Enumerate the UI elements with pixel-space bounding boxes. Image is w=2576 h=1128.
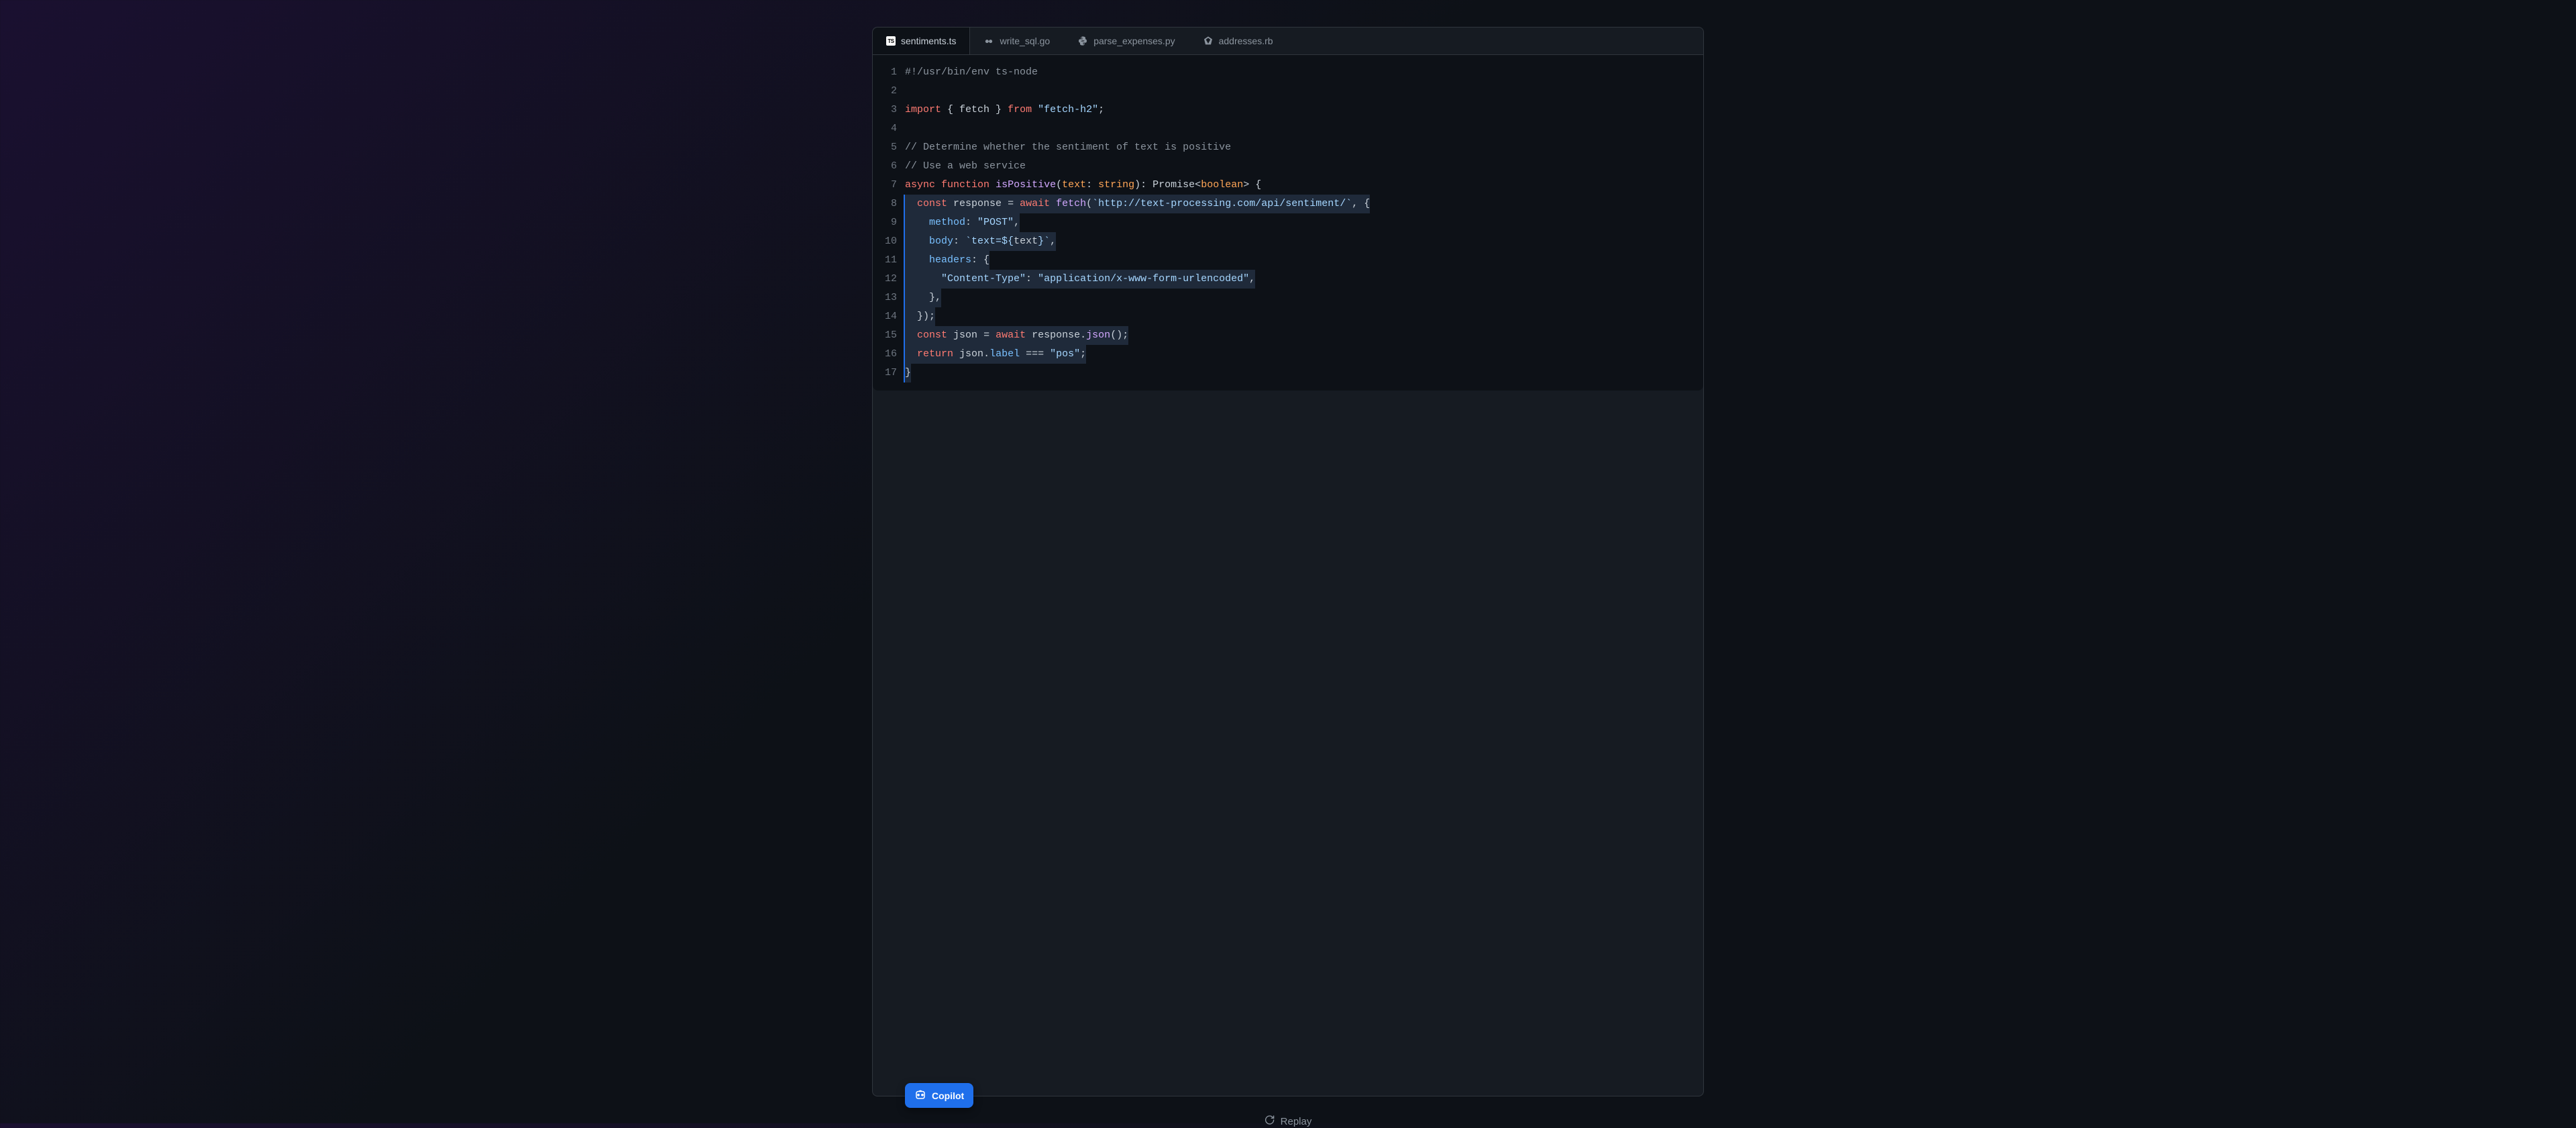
copilot-badge[interactable]: Copilot (905, 1083, 973, 1108)
replay-button[interactable]: Replay (1265, 1115, 1312, 1128)
code-line[interactable]: const json = await response.json(); (905, 326, 1693, 345)
code-line[interactable]: } (905, 364, 1693, 382)
line-number: 8 (883, 195, 897, 213)
line-number: 16 (883, 345, 897, 364)
code-content[interactable]: #!/usr/bin/env ts-node import { fetch } f… (905, 63, 1703, 382)
line-number: 11 (883, 251, 897, 270)
line-number: 12 (883, 270, 897, 289)
tab-ruby[interactable]: addresses.rb (1189, 28, 1287, 54)
line-number: 17 (883, 364, 897, 382)
line-number: 5 (883, 138, 897, 157)
code-line[interactable]: const response = await fetch(`http://tex… (905, 195, 1693, 213)
copilot-icon (914, 1088, 926, 1103)
tab-label: sentiments.ts (901, 36, 956, 46)
code-line[interactable]: method: "POST", (905, 213, 1693, 232)
code-line[interactable]: // Use a web service (905, 157, 1693, 176)
line-number-gutter: 1234567891011121314151617 (873, 63, 905, 382)
line-number: 7 (883, 176, 897, 195)
line-number: 10 (883, 232, 897, 251)
code-line[interactable]: headers: { (905, 251, 1693, 270)
line-number: 9 (883, 213, 897, 232)
replay-icon (1265, 1115, 1275, 1128)
tab-python[interactable]: parse_expenses.py (1064, 28, 1189, 54)
replay-label: Replay (1281, 1116, 1312, 1127)
code-line[interactable]: return json.label === "pos"; (905, 345, 1693, 364)
copilot-badge-label: Copilot (932, 1090, 964, 1101)
go-icon (983, 36, 994, 46)
code-line[interactable] (905, 119, 1693, 138)
tab-typescript[interactable]: TS sentiments.ts (873, 28, 970, 54)
code-line[interactable]: async function isPositive(text: string):… (905, 176, 1693, 195)
code-line[interactable]: body: `text=${text}`, (905, 232, 1693, 251)
line-number: 1 (883, 63, 897, 82)
code-editor[interactable]: 1234567891011121314151617 #!/usr/bin/env… (873, 55, 1703, 391)
typescript-icon: TS (886, 36, 896, 46)
line-number: 3 (883, 101, 897, 119)
editor-window: TS sentiments.ts write_sql.go parse_expense… (872, 27, 1704, 1096)
tab-go[interactable]: write_sql.go (970, 28, 1064, 54)
line-number: 6 (883, 157, 897, 176)
code-line[interactable]: // Determine whether the sentiment of te… (905, 138, 1693, 157)
line-number: 15 (883, 326, 897, 345)
code-line[interactable]: }); (905, 307, 1693, 326)
code-line[interactable] (905, 82, 1693, 101)
code-line[interactable]: #!/usr/bin/env ts-node (905, 63, 1693, 82)
tab-bar: TS sentiments.ts write_sql.go parse_expense… (873, 28, 1703, 55)
line-number: 2 (883, 82, 897, 101)
code-line[interactable]: "Content-Type": "application/x-www-form-… (905, 270, 1693, 289)
tab-label: write_sql.go (1000, 36, 1050, 46)
tab-label: addresses.rb (1219, 36, 1273, 46)
code-line[interactable]: }, (905, 289, 1693, 307)
line-number: 14 (883, 307, 897, 326)
tab-label: parse_expenses.py (1093, 36, 1175, 46)
line-number: 4 (883, 119, 897, 138)
python-icon (1077, 36, 1088, 46)
code-line[interactable]: import { fetch } from "fetch-h2"; (905, 101, 1693, 119)
line-number: 13 (883, 289, 897, 307)
ruby-icon (1203, 36, 1214, 46)
